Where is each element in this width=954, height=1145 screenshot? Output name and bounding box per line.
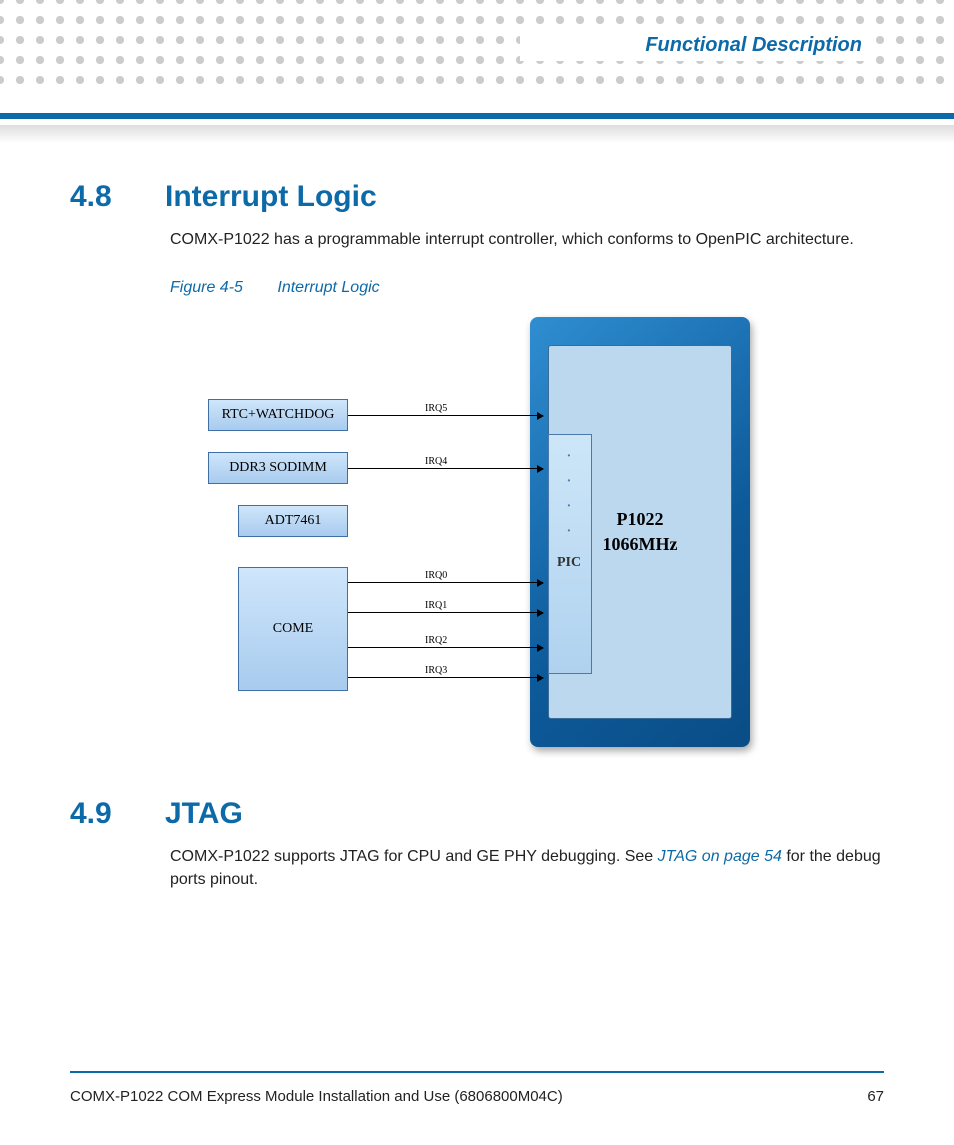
- body-pre: COMX-P1022 supports JTAG for CPU and GE …: [170, 848, 658, 865]
- figure-title: Interrupt Logic: [277, 279, 379, 296]
- pic-dot: •: [568, 476, 573, 481]
- section-body-4-9: COMX-P1022 supports JTAG for CPU and GE …: [170, 845, 884, 891]
- pic-dot: •: [568, 501, 573, 506]
- block-rtc: RTC+WATCHDOG: [208, 399, 348, 431]
- cpu-label-2: 1066MHz: [603, 533, 678, 556]
- footer-rule: [70, 1071, 884, 1073]
- block-come: COME: [238, 567, 348, 691]
- label-irq1: IRQ1: [425, 600, 447, 611]
- section-body-4-8: COMX-P1022 has a programmable interrupt …: [170, 228, 884, 251]
- section-title: Interrupt Logic: [165, 180, 377, 214]
- header-rule-gray: [0, 125, 954, 143]
- section-heading-4-9: 4.9 JTAG: [70, 797, 884, 831]
- footer-page-number: 67: [867, 1088, 884, 1105]
- wire-irq1: [348, 612, 543, 613]
- wire-irq5: [348, 415, 543, 416]
- pic-label: PIC: [557, 555, 581, 571]
- cpu-chip: P1022 1066MHz • • • • PIC: [530, 317, 750, 747]
- section-title: JTAG: [165, 797, 243, 831]
- section-number: 4.9: [70, 797, 130, 831]
- pic-block: • • • • PIC: [548, 434, 592, 674]
- label-irq5: IRQ5: [425, 403, 447, 414]
- pic-dot: •: [568, 451, 573, 456]
- section-number: 4.8: [70, 180, 130, 214]
- block-adt: ADT7461: [238, 505, 348, 537]
- wire-irq4: [348, 468, 543, 469]
- pic-dot: •: [568, 526, 573, 531]
- page-content: 4.8 Interrupt Logic COMX-P1022 has a pro…: [70, 180, 884, 892]
- chapter-title: Functional Description: [520, 30, 870, 61]
- wire-irq0: [348, 582, 543, 583]
- cpu-body: P1022 1066MHz • • • • PIC: [548, 345, 732, 719]
- section-heading-4-8: 4.8 Interrupt Logic: [70, 180, 884, 214]
- label-irq3: IRQ3: [425, 665, 447, 676]
- figure-caption: Figure 4-5 Interrupt Logic: [170, 279, 884, 297]
- label-irq2: IRQ2: [425, 635, 447, 646]
- cpu-label-1: P1022: [617, 508, 664, 531]
- label-irq4: IRQ4: [425, 456, 447, 467]
- figure-label: Figure 4-5: [170, 279, 243, 296]
- interrupt-logic-diagram: P1022 1066MHz • • • • PIC RTC+WATCHDOG D…: [200, 307, 780, 757]
- wire-irq2: [348, 647, 543, 648]
- jtag-link[interactable]: JTAG on page 54: [658, 848, 782, 865]
- page-footer: COMX-P1022 COM Express Module Installati…: [70, 1088, 884, 1105]
- block-ddr: DDR3 SODIMM: [208, 452, 348, 484]
- header-rule-blue: [0, 113, 954, 119]
- label-irq0: IRQ0: [425, 570, 447, 581]
- footer-doc-title: COMX-P1022 COM Express Module Installati…: [70, 1088, 563, 1105]
- wire-irq3: [348, 677, 543, 678]
